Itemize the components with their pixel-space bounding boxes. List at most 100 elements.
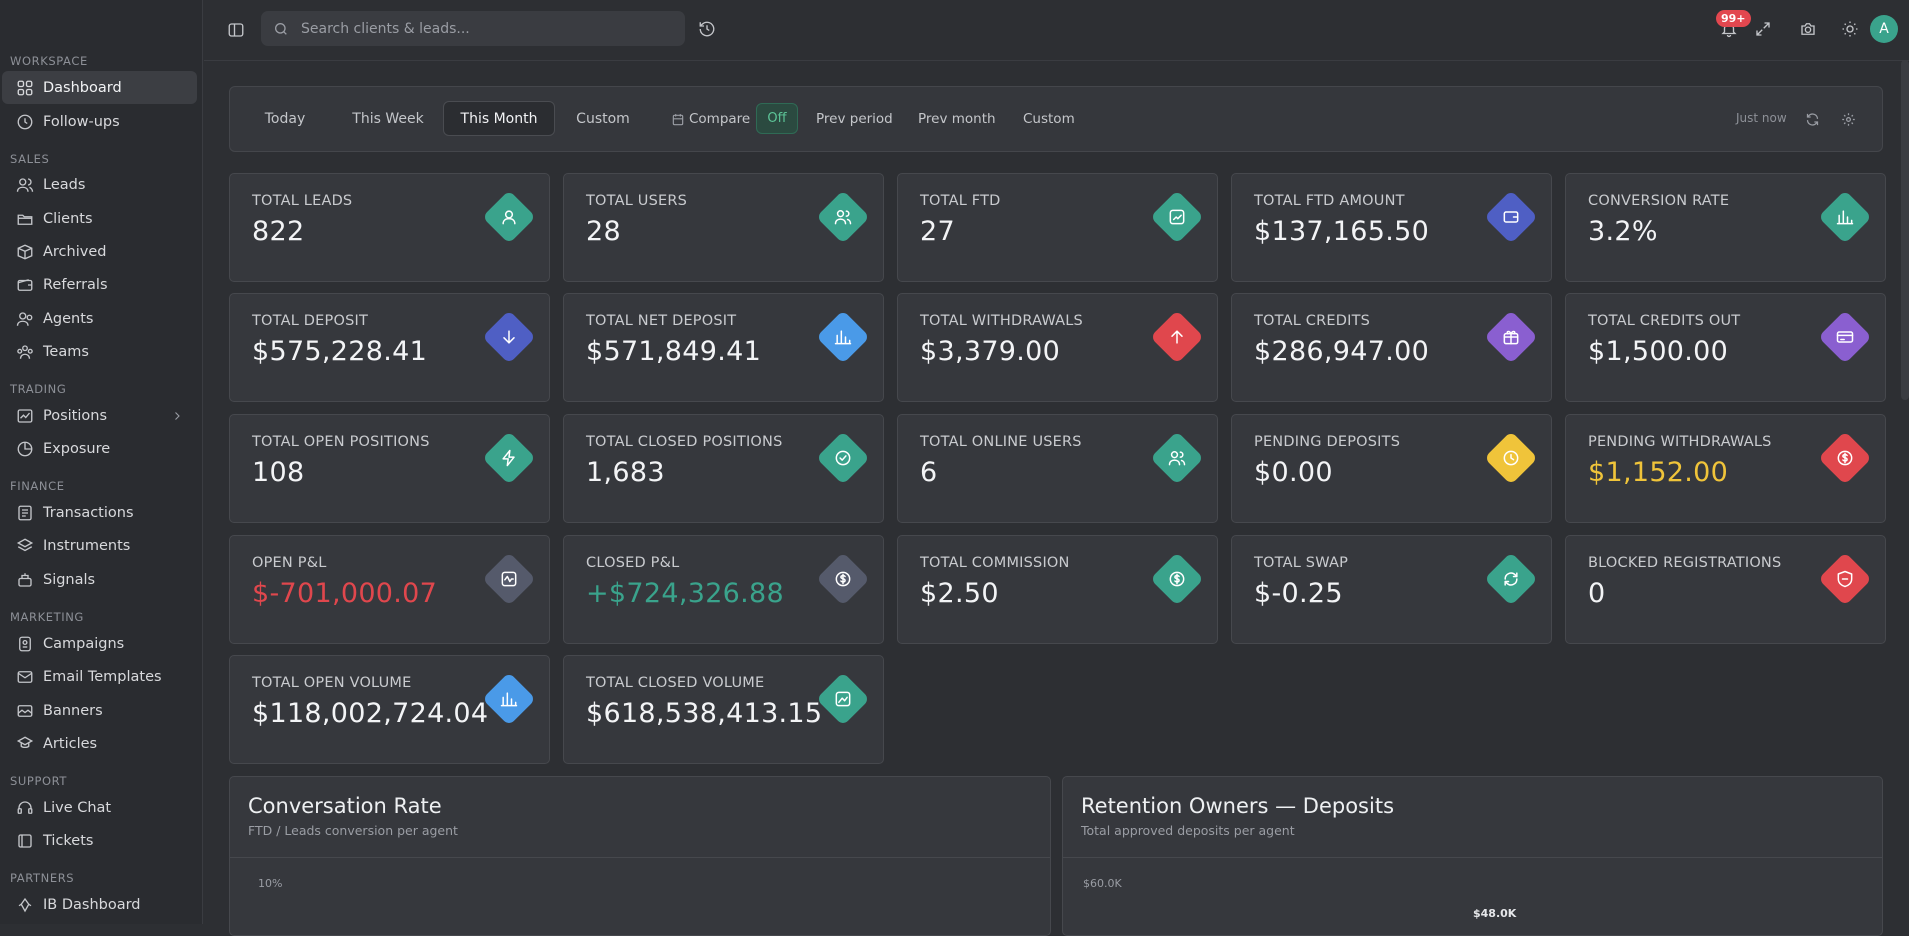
sidebar-item-agents[interactable]: Agents xyxy=(2,302,197,335)
pie-icon xyxy=(17,441,33,456)
sidebar-item-banners[interactable]: Banners xyxy=(2,694,197,727)
sidebar-item-signals[interactable]: Signals xyxy=(2,563,197,596)
campaign-icon xyxy=(19,636,31,651)
stat-card: BLOCKED REGISTRATIONS 0 xyxy=(1565,535,1886,644)
banner-icon xyxy=(17,704,33,717)
period-this-month[interactable]: This Month xyxy=(443,101,555,136)
sidebar-item-exposure[interactable]: Exposure xyxy=(2,432,197,465)
filter-bar: Today This Week This Month Custom Compar… xyxy=(229,86,1883,152)
stat-card: TOTAL FTD AMOUNT $137,165.50 xyxy=(1231,173,1552,282)
conversion-rate-panel: Conversation Rate FTD / Leads conversion… xyxy=(229,776,1051,936)
stat-icon-badge xyxy=(1150,310,1204,364)
sidebar-item-positions[interactable]: Positions xyxy=(2,399,197,432)
section-support: SUPPORT xyxy=(10,774,68,788)
panel-icon xyxy=(228,23,244,37)
stat-card: TOTAL USERS 28 xyxy=(563,173,884,282)
stat-value: $618,538,413.15 xyxy=(586,698,823,729)
stat-icon-badge xyxy=(1484,190,1538,244)
calendar-icon xyxy=(672,114,684,126)
fullscreen-button[interactable] xyxy=(1750,16,1776,42)
stat-label: CLOSED P&L xyxy=(586,555,680,571)
compare-prev-period[interactable]: Prev period xyxy=(816,111,893,127)
stat-label: CONVERSION RATE xyxy=(1588,193,1730,209)
gear-icon xyxy=(1841,112,1855,126)
users-icon xyxy=(16,177,34,192)
sidebar-item-referrals[interactable]: Referrals xyxy=(2,268,197,301)
clock-icon xyxy=(17,114,33,129)
refresh-button[interactable] xyxy=(1804,111,1820,127)
stat-card: TOTAL DEPOSIT $575,228.41 xyxy=(229,293,550,402)
notification-badge: 99+ xyxy=(1716,10,1751,27)
search-input[interactable] xyxy=(301,20,661,37)
avatar[interactable]: A xyxy=(1870,15,1898,43)
period-this-week[interactable]: This Week xyxy=(340,101,436,136)
stat-icon-badge xyxy=(816,190,870,244)
stat-card: PENDING WITHDRAWALS $1,152.00 xyxy=(1565,414,1886,523)
sidebar-item-archived[interactable]: Archived xyxy=(2,235,197,268)
stat-card: TOTAL OPEN POSITIONS 108 xyxy=(229,414,550,523)
last-updated: Just now xyxy=(1736,111,1787,125)
sidebar-item-teams[interactable]: Teams xyxy=(2,335,197,368)
dollar-circle-icon xyxy=(1837,450,1853,466)
sidebar-item-campaigns[interactable]: Campaigns xyxy=(2,627,197,660)
divider xyxy=(230,857,1050,858)
panel-title: Conversation Rate xyxy=(248,794,442,818)
wallet-icon xyxy=(17,278,33,291)
stat-icon-badge xyxy=(482,552,536,606)
stat-label: TOTAL ONLINE USERS xyxy=(920,434,1082,450)
screenshot-button[interactable] xyxy=(1795,16,1821,42)
stat-value: 0 xyxy=(1588,578,1606,609)
period-custom[interactable]: Custom xyxy=(563,101,643,136)
user-icon xyxy=(502,210,516,225)
sidebar: WORKSPACE Dashboard Follow-ups SALES Lea… xyxy=(0,0,203,924)
compare-prev-month[interactable]: Prev month xyxy=(918,111,996,127)
compare-custom[interactable]: Custom xyxy=(1023,111,1075,127)
mail-icon xyxy=(17,670,33,683)
camera-icon xyxy=(1801,23,1815,35)
sidebar-item-label: Dashboard xyxy=(43,79,122,96)
settings-button[interactable] xyxy=(1840,111,1856,127)
sidebar-item-dashboard[interactable]: Dashboard xyxy=(2,71,197,104)
sidebar-item-tickets[interactable]: Tickets xyxy=(2,824,197,857)
section-marketing: MARKETING xyxy=(10,610,84,624)
stat-card: TOTAL ONLINE USERS 6 xyxy=(897,414,1218,523)
sidebar-item-follow-ups[interactable]: Follow-ups xyxy=(2,105,197,138)
stat-icon-badge xyxy=(816,431,870,485)
sidebar-toggle-button[interactable] xyxy=(224,18,248,42)
stat-value: $2.50 xyxy=(920,578,999,609)
compare-toggle[interactable]: Off xyxy=(756,103,798,134)
stat-value: 6 xyxy=(920,457,938,488)
dollar-circle-icon xyxy=(835,571,851,587)
sidebar-item-articles[interactable]: Articles xyxy=(2,727,197,760)
stat-value: 28 xyxy=(586,216,621,247)
section-partners: PARTNERS xyxy=(10,871,75,885)
sidebar-item-leads[interactable]: Leads xyxy=(2,168,197,201)
sidebar-item-live-chat[interactable]: Live Chat xyxy=(2,791,197,824)
swap-icon xyxy=(1504,572,1518,586)
sidebar-item-transactions[interactable]: Transactions xyxy=(2,496,197,529)
sidebar-item-instruments[interactable]: Instruments xyxy=(2,529,197,562)
stat-label: TOTAL SWAP xyxy=(1254,555,1349,571)
stat-value: $575,228.41 xyxy=(252,336,428,367)
sun-icon xyxy=(1842,21,1858,37)
stat-icon-badge xyxy=(1150,431,1204,485)
history-button[interactable] xyxy=(694,16,720,42)
sidebar-item-clients[interactable]: Clients xyxy=(2,202,197,235)
sidebar-item-ib-dashboard[interactable]: IB Dashboard xyxy=(2,888,197,921)
theme-toggle-button[interactable] xyxy=(1837,16,1863,42)
stat-label: TOTAL CLOSED POSITIONS xyxy=(586,434,783,450)
sidebar-item-label: IB Dashboard xyxy=(43,896,141,913)
stat-icon-badge xyxy=(1484,552,1538,606)
stat-card: TOTAL CREDITS OUT $1,500.00 xyxy=(1565,293,1886,402)
users-icon xyxy=(834,210,852,225)
sidebar-item-label: Referrals xyxy=(43,276,108,293)
period-today[interactable]: Today xyxy=(250,101,320,136)
teams-icon xyxy=(17,344,33,359)
stat-value: $0.00 xyxy=(1254,457,1333,488)
stat-value: $1,152.00 xyxy=(1588,457,1729,488)
bar-chart-icon xyxy=(500,692,518,707)
scrollbar[interactable] xyxy=(1901,60,1909,400)
topbar xyxy=(204,0,1909,61)
stat-value: 1,683 xyxy=(586,457,665,488)
sidebar-item-email-templates[interactable]: Email Templates xyxy=(2,660,197,693)
